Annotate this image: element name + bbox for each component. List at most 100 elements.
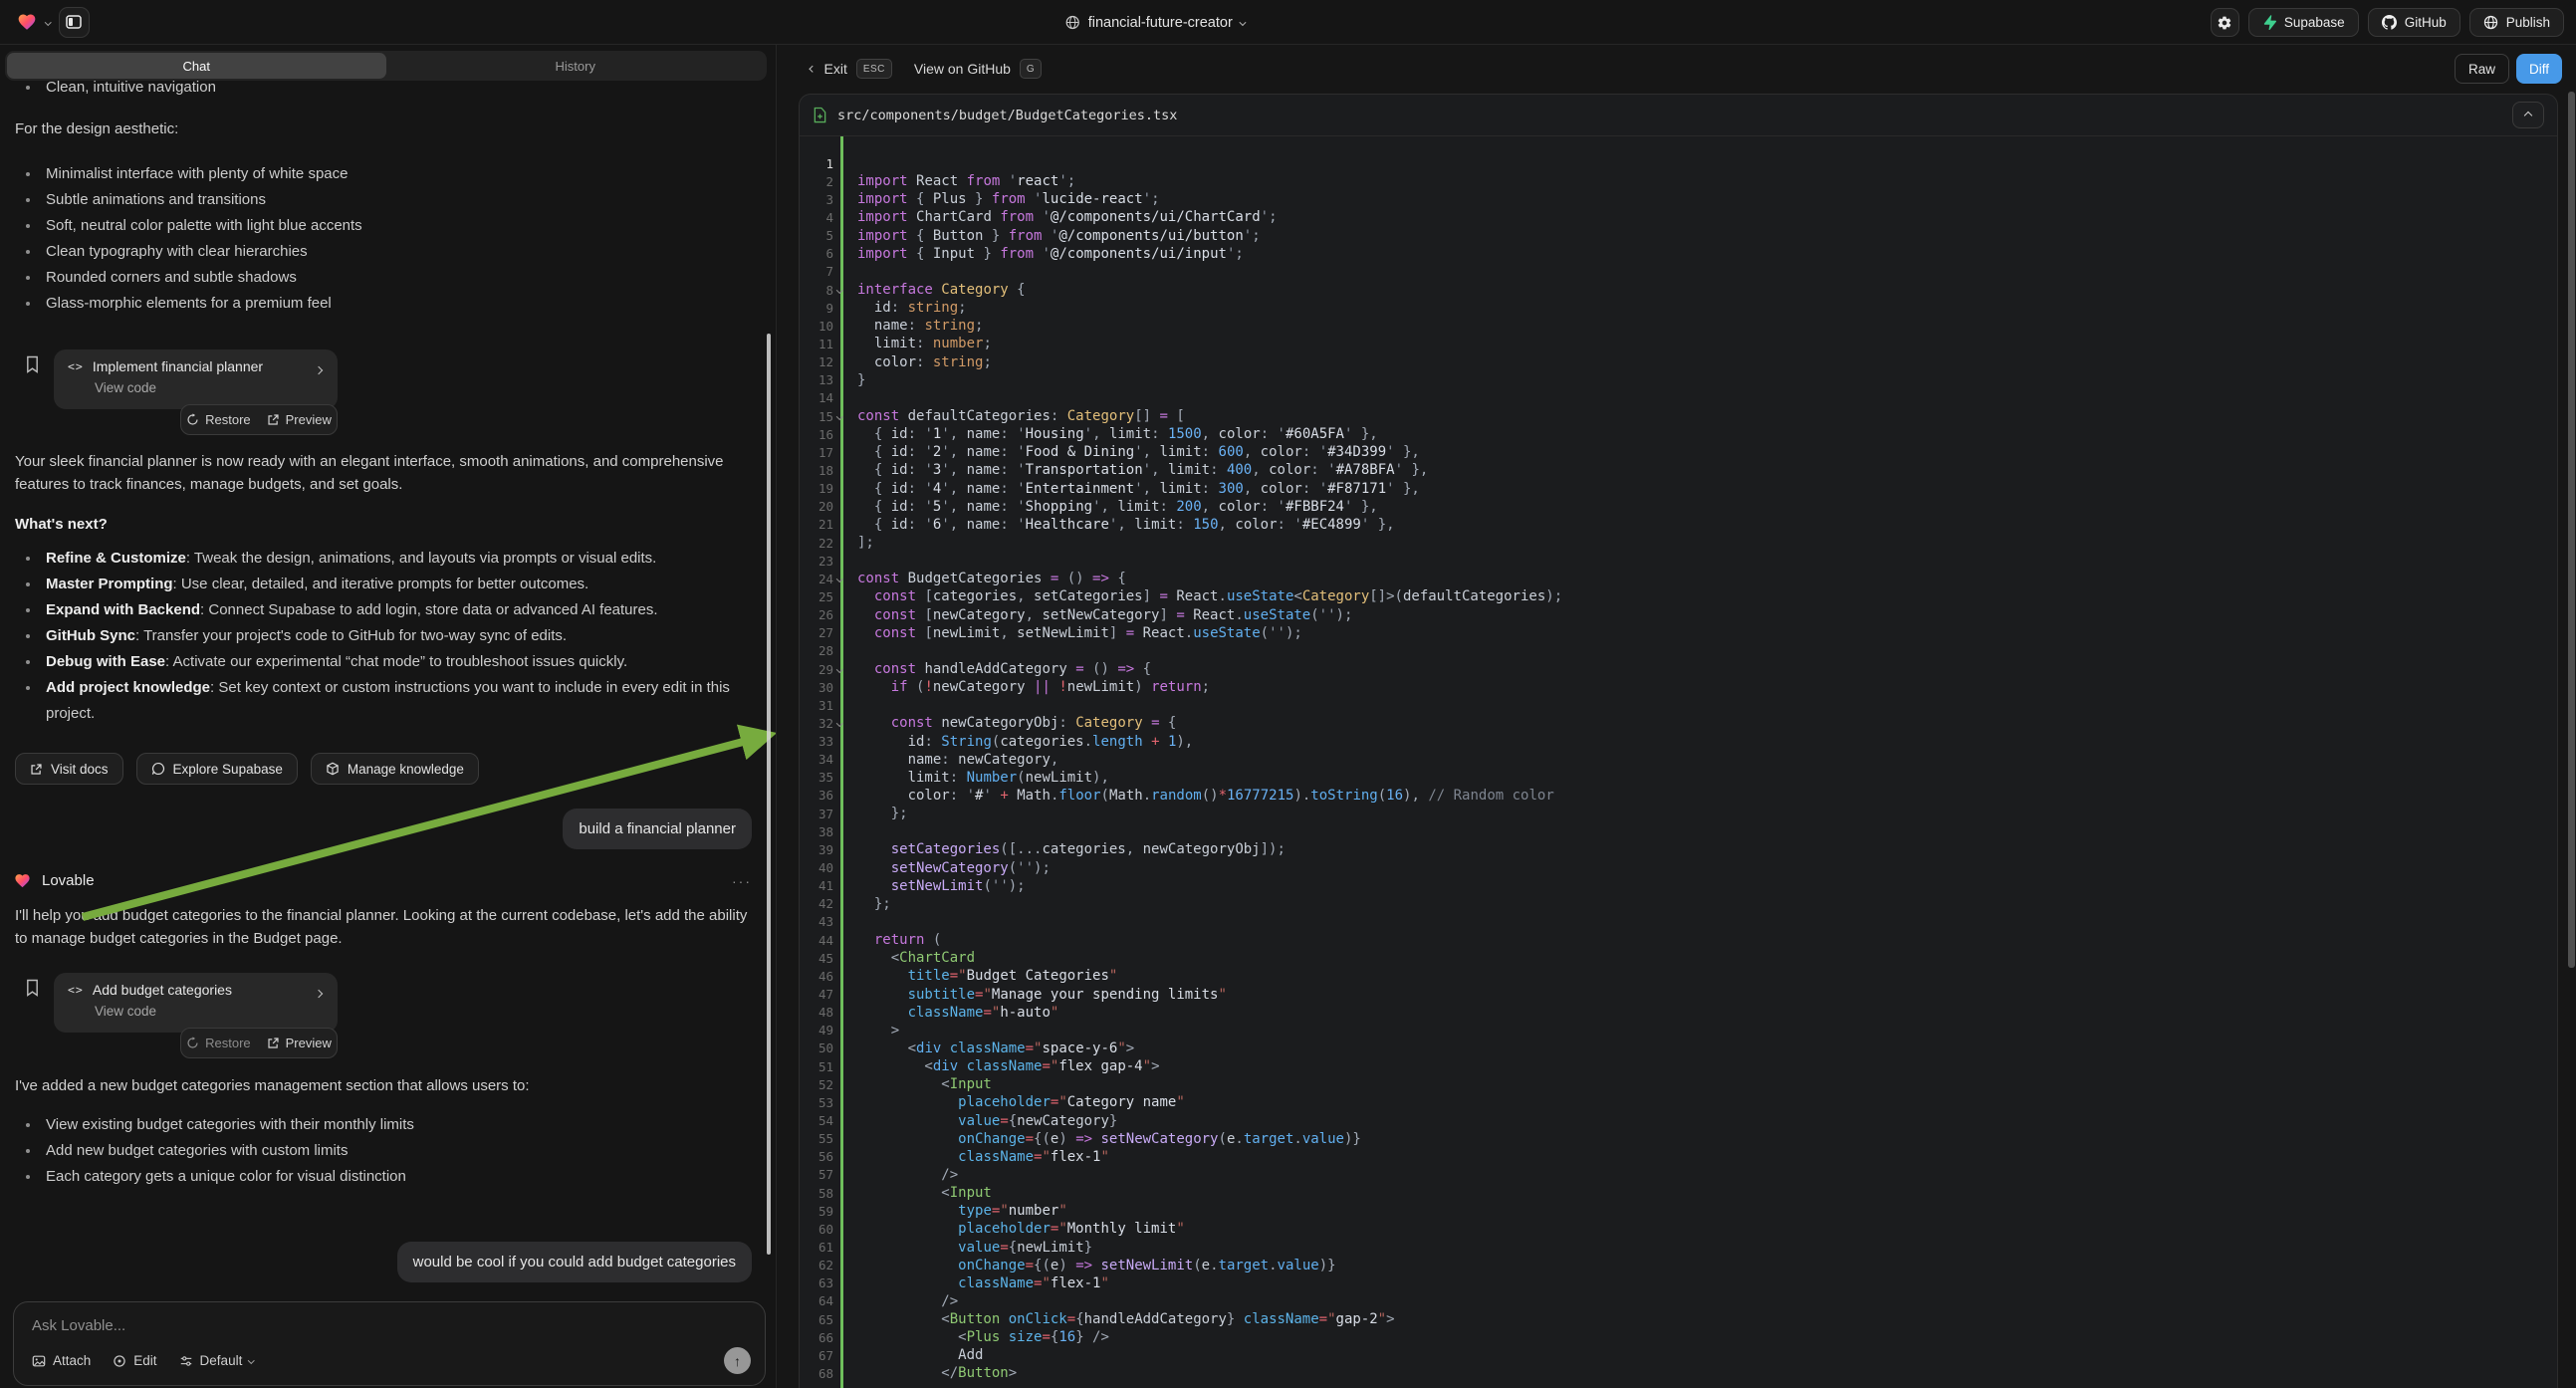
version-card-implement-financial-planner[interactable]: <> Implement financial planner View code [54,349,338,409]
exit-button[interactable]: Exit ESC [811,59,892,79]
line-number: 5 [800,228,833,243]
edit-button[interactable]: Edit [113,1353,156,1368]
list-item: Master Prompting: Use clear, detailed, a… [15,572,758,597]
code-text: { id: '4', name: 'Entertainment', limit:… [857,481,1420,497]
line-number: 23 [800,554,833,569]
visit-docs-button[interactable]: Visit docs [15,753,123,785]
fold-chevron-icon[interactable] [833,577,857,581]
manage-knowledge-button[interactable]: Manage knowledge [311,753,479,785]
fold-chevron-icon[interactable] [833,721,857,726]
preview-label: Preview [286,1036,332,1050]
code-text: Add [857,1347,983,1363]
whats-next-heading: What's next? [15,516,108,533]
send-button[interactable]: ↑ [724,1347,751,1374]
view-on-github-button[interactable]: View on GitHub G [914,59,1042,79]
restore-label: Restore [205,1036,251,1050]
lovable-avatar-heart-icon [13,872,32,889]
lovable-heart-icon[interactable] [16,12,38,32]
tab-history[interactable]: History [386,53,766,79]
exit-label: Exit [824,61,847,77]
project-name: financial-future-creator [1088,15,1233,31]
workspace-chevron-down-icon[interactable] [45,19,51,25]
bookmark-icon[interactable] [25,355,40,373]
mode-selector[interactable]: Default [179,1353,254,1368]
fold-chevron-icon[interactable] [833,667,857,672]
code-line: 37 }; [800,805,2557,822]
edit-label: Edit [133,1353,156,1368]
line-number: 38 [800,824,833,839]
code-line: 48 className="h-auto" [800,1004,2557,1022]
code-body: 1 2 import React from 'react';3import { Pl… [800,136,2557,1388]
code-text: value={newCategory} [857,1113,1117,1129]
line-number: 59 [800,1204,833,1219]
version-card-title: Implement financial planner [93,358,263,374]
code-line: 3import { Plus } from 'lucide-react'; [800,190,2557,208]
explore-supabase-button[interactable]: Explore Supabase [136,753,298,785]
supabase-label: Supabase [2284,15,2345,30]
chevron-down-icon [248,1357,254,1363]
code-text: import React from 'react'; [857,173,1075,189]
code-line: 9 id: string; [800,299,2557,317]
code-line: 16 { id: '1', name: 'Housing', limit: 15… [800,425,2557,443]
next-steps-list: Refine & Customize: Tweak the design, an… [15,546,758,727]
line-number: 65 [800,1312,833,1327]
settings-button[interactable] [2211,8,2239,37]
assistant-paragraph: Your sleek financial planner is now read… [15,450,756,496]
list-item: Add project knowledge: Set key context o… [15,675,758,727]
code-line: 47 subtitle="Manage your spending limits… [800,985,2557,1003]
preview-button[interactable]: Preview [267,1036,332,1050]
restore-button[interactable]: Restore [186,412,251,427]
view-code-link[interactable]: View code [95,1004,324,1019]
line-number: 16 [800,427,833,442]
line-number: 68 [800,1366,833,1381]
list-item: Subtle animations and transitions [15,187,756,213]
line-number: 35 [800,770,833,785]
bookmark-icon[interactable] [25,979,40,997]
line-number: 46 [800,969,833,984]
code-line: 51 <div className="flex gap-4"> [800,1057,2557,1075]
github-button[interactable]: GitHub [2368,8,2460,37]
attach-button[interactable]: Attach [32,1353,91,1368]
code-line: 54 value={newCategory} [800,1111,2557,1129]
publish-button[interactable]: Publish [2469,8,2564,37]
code-line: 56 className="flex-1" [800,1148,2557,1166]
code-text: { id: '2', name: 'Food & Dining', limit:… [857,444,1420,460]
code-text: id: String(categories.length + 1), [857,734,1193,750]
sliders-icon [179,1354,193,1368]
restore-button[interactable]: Restore [186,1036,251,1050]
code-text: <Plus size={16} /> [857,1329,1109,1345]
raw-toggle-button[interactable]: Raw [2455,54,2509,84]
more-options-button[interactable]: ··· [732,873,752,889]
code-scrollbar[interactable] [2568,92,2575,968]
code-text: interface Category { [857,282,1026,298]
version-card-add-budget-categories[interactable]: <> Add budget categories View code [54,973,338,1033]
list-item: Clean typography with clear hierarchies [15,239,756,265]
list-item: Expand with Backend: Connect Supabase to… [15,597,758,623]
line-number: 31 [800,698,833,713]
line-number: 45 [800,951,833,966]
line-number: 2 [800,174,833,189]
code-line: 39 setCategories([...categories, newCate… [800,840,2557,858]
collapse-file-button[interactable] [2512,102,2544,128]
composer[interactable]: Ask Lovable... Attach Edit [13,1301,766,1386]
list-item: Rounded corners and subtle shadows [15,265,756,291]
design-heading: For the design aesthetic: [15,120,178,137]
fold-chevron-icon[interactable] [833,288,857,293]
chat-panel: Chat History Clean, intuitive navigation… [0,45,777,1388]
sidebar-toggle-button[interactable] [59,7,90,38]
view-code-link[interactable]: View code [95,380,324,395]
chevron-left-icon [810,66,816,72]
fold-chevron-icon[interactable] [833,414,857,419]
project-switcher[interactable]: financial-future-creator [1065,0,1246,45]
list-item: GitHub Sync: Transfer your project's cod… [15,623,758,649]
line-number: 1 [800,156,833,171]
chat-scrollbar[interactable] [767,334,771,1255]
diff-toggle-button[interactable]: Diff [2516,54,2562,84]
tab-chat[interactable]: Chat [7,53,386,79]
code-line: 18 { id: '3', name: 'Transportation', li… [800,461,2557,479]
code-text: setCategories([...categories, newCategor… [857,841,1286,857]
supabase-button[interactable]: Supabase [2248,8,2359,37]
code-text: /> [857,1167,958,1183]
line-number: 41 [800,878,833,893]
preview-button[interactable]: Preview [267,412,332,427]
